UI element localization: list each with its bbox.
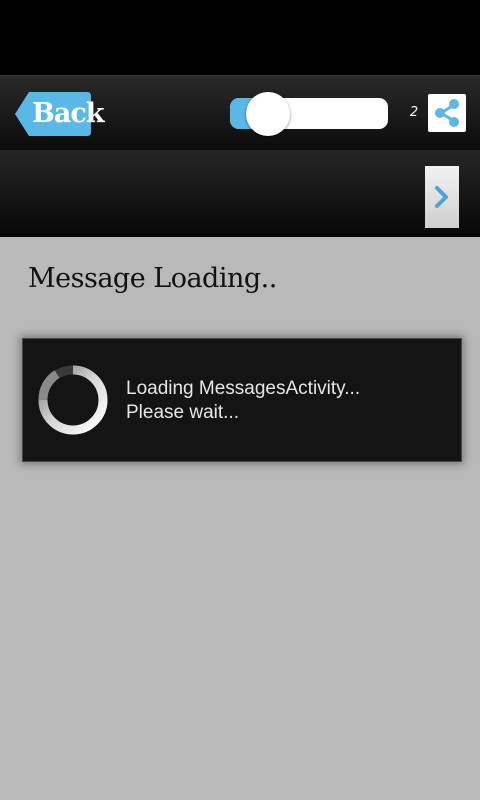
spinner-icon <box>38 365 108 435</box>
next-arrow-button[interactable] <box>425 166 459 228</box>
top-bar: Back 2 <box>0 75 480 150</box>
loading-line-1: Loading MessagesActivity... <box>126 378 361 399</box>
page-title: Message Loading.. <box>28 263 277 294</box>
loading-line-2: Please wait... <box>126 402 239 423</box>
back-button[interactable]: Back <box>15 92 104 136</box>
loading-dialog: Loading MessagesActivity... Please wait.… <box>22 338 462 462</box>
content-area: Message Loading.. Loading MessagesActivi… <box>0 237 480 800</box>
chevron-right-icon <box>435 186 448 208</box>
toggle-switch[interactable] <box>230 92 388 136</box>
toggle-knob[interactable] <box>246 92 290 136</box>
share-icon <box>435 99 459 127</box>
secondary-bar <box>0 150 480 237</box>
share-button[interactable] <box>428 94 466 132</box>
status-bar <box>0 0 480 75</box>
share-count: 2 <box>409 105 419 120</box>
loading-message: Loading MessagesActivity... Please wait.… <box>126 377 446 425</box>
back-label: Back <box>32 98 104 129</box>
